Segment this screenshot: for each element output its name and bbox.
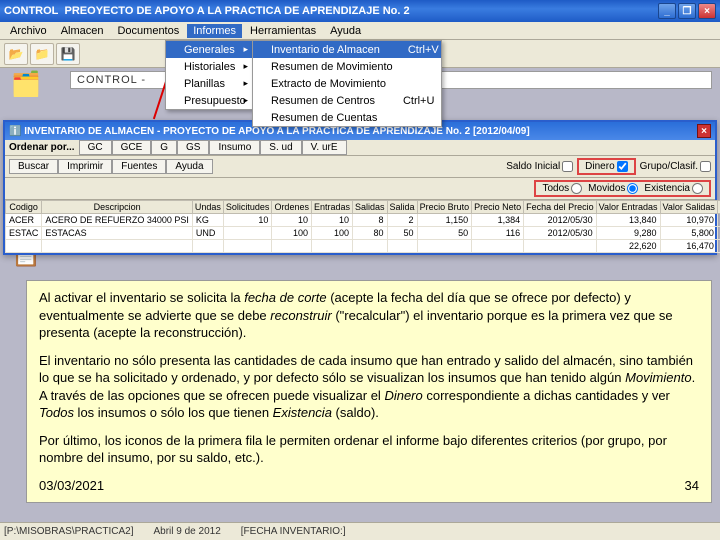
- table-row[interactable]: ACERACERO DE REFUERZO 34000 PSIKG1010108…: [6, 214, 720, 227]
- status-path: [P:\MISOBRAS\PRACTICA2]: [4, 526, 133, 537]
- dinero-check[interactable]: Dinero: [585, 161, 627, 172]
- existencia-radio[interactable]: Existencia: [644, 183, 703, 194]
- note-date: 03/03/2021: [39, 477, 104, 495]
- col-header[interactable]: Undas: [192, 201, 223, 214]
- order-gc[interactable]: GC: [79, 140, 112, 155]
- inner-close-button[interactable]: ×: [697, 124, 711, 138]
- submenu-resumen-de-cuentas[interactable]: Resumen de Cuentas: [253, 109, 441, 126]
- menu-archivo[interactable]: Archivo: [4, 24, 53, 38]
- menu-almacen[interactable]: Almacen: [55, 24, 110, 38]
- window-title: PREOYECTO DE APOYO A LA PRACTICA DE APRE…: [65, 5, 410, 17]
- order-sud[interactable]: S. ud: [260, 140, 301, 155]
- submenu-extracto-de-movimiento[interactable]: Extracto de Movimiento: [253, 75, 441, 92]
- submenu-planillas[interactable]: Planillas▸: [166, 75, 252, 92]
- btn-ayuda[interactable]: Ayuda: [166, 159, 212, 174]
- order-vure[interactable]: V. urE: [302, 140, 347, 155]
- order-insumo[interactable]: Insumo: [209, 140, 260, 155]
- submenu-presupuesto[interactable]: Presupuesto▸: [166, 92, 252, 109]
- status-date: Abril 9 de 2012: [153, 526, 220, 537]
- col-header[interactable]: Salidas: [353, 201, 388, 214]
- btn-imprimir[interactable]: Imprimir: [58, 159, 112, 174]
- col-header[interactable]: Salida: [387, 201, 417, 214]
- app-name: CONTROL: [4, 5, 58, 17]
- col-header[interactable]: Descripcion: [42, 201, 193, 214]
- maximize-button[interactable]: ❐: [678, 3, 696, 19]
- order-gs[interactable]: GS: [177, 140, 209, 155]
- submenu-generales[interactable]: Generales▸: [166, 41, 252, 58]
- submenu-resumen-de-centros[interactable]: Resumen de CentrosCtrl+U: [253, 92, 441, 109]
- col-header[interactable]: Valor Salidas: [660, 201, 717, 214]
- col-header[interactable]: Valor Entradas: [596, 201, 660, 214]
- order-label: Ordenar por...: [9, 142, 75, 153]
- menu-informes[interactable]: Informes: [187, 24, 242, 38]
- table-row[interactable]: ESTACESTACASUND1001008050501162012/05/30…: [6, 227, 720, 240]
- open-icon[interactable]: 📂: [4, 43, 28, 65]
- menu-ayuda[interactable]: Ayuda: [324, 24, 367, 38]
- menu-herramientas[interactable]: Herramientas: [244, 24, 322, 38]
- col-header[interactable]: Fecha del Precio: [524, 201, 597, 214]
- info-icon: ℹ️: [9, 126, 24, 137]
- folder-icon[interactable]: 📁: [30, 43, 54, 65]
- col-header[interactable]: Ordenes: [272, 201, 312, 214]
- submenu-resumen-de-movimiento[interactable]: Resumen de Movimiento: [253, 58, 441, 75]
- col-header[interactable]: Entradas: [311, 201, 352, 214]
- save-icon[interactable]: 💾: [56, 43, 80, 65]
- close-button[interactable]: ×: [698, 3, 716, 19]
- col-header[interactable]: Precio Bruto: [417, 201, 472, 214]
- grupo-check[interactable]: Grupo/Clasif.: [640, 161, 711, 172]
- btn-buscar[interactable]: Buscar: [9, 159, 58, 174]
- table-totals: 22,62016,4706,148: [6, 240, 720, 253]
- help-note: Al activar el inventario se solicita la …: [26, 280, 712, 503]
- todos-radio[interactable]: Todos: [542, 183, 582, 194]
- status-inv-date: [FECHA INVENTARIO:]: [241, 526, 346, 537]
- col-header[interactable]: Precio Neto: [472, 201, 524, 214]
- submenu-historiales[interactable]: Historiales▸: [166, 58, 252, 75]
- submenu-inventario-de-almacen[interactable]: Inventario de AlmacenCtrl+V: [253, 41, 441, 58]
- movidos-radio[interactable]: Movidos: [588, 183, 638, 194]
- col-header[interactable]: Solicitudes: [223, 201, 272, 214]
- menu-documentos[interactable]: Documentos: [111, 24, 185, 38]
- btn-fuentes[interactable]: Fuentes: [112, 159, 166, 174]
- inventory-table: CodigoDescripcionUndasSolicitudesOrdenes…: [5, 200, 720, 253]
- note-page: 34: [685, 477, 699, 495]
- order-gce[interactable]: GCE: [112, 140, 152, 155]
- order-g[interactable]: G: [151, 140, 177, 155]
- col-header[interactable]: Codigo: [6, 201, 42, 214]
- saldo-inicial-check[interactable]: Saldo Inicial: [506, 161, 573, 172]
- minimize-button[interactable]: _: [658, 3, 676, 19]
- inner-window-title: INVENTARIO DE ALMACEN - PROYECTO DE APOY…: [24, 126, 697, 137]
